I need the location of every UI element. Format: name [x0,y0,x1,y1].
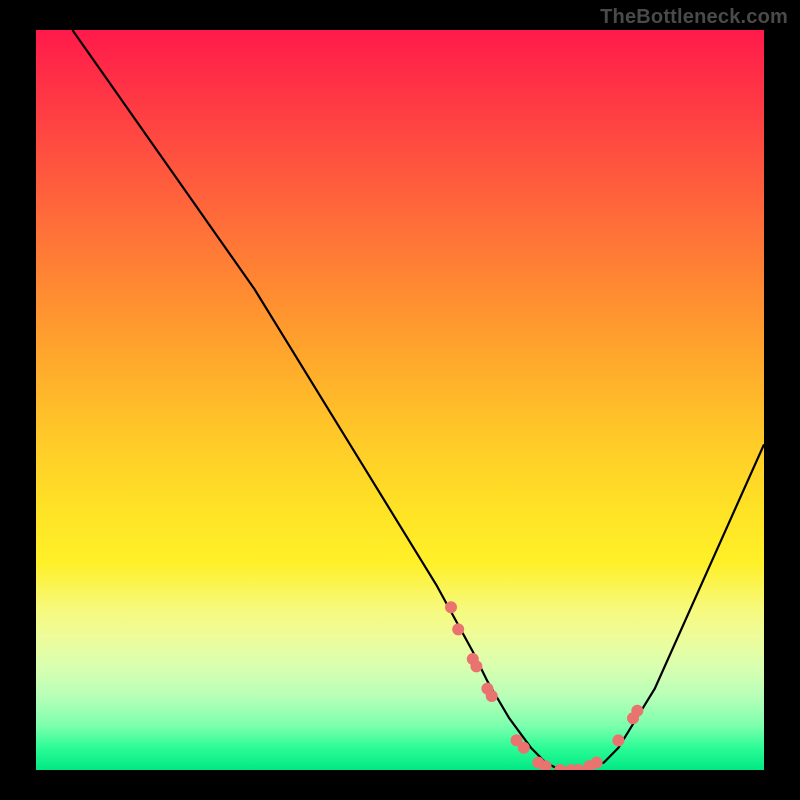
data-marker [554,764,566,770]
plot-area [36,30,764,770]
curve-markers [445,601,643,770]
data-marker [486,690,498,702]
data-marker [631,705,643,717]
data-marker [591,757,603,769]
data-marker [452,623,464,635]
curve-layer [36,30,764,770]
data-marker [445,601,457,613]
bottleneck-curve [72,30,764,770]
data-marker [470,660,482,672]
watermark-text: TheBottleneck.com [600,6,788,29]
chart-frame: TheBottleneck.com [0,0,800,800]
data-marker [612,734,624,746]
data-marker [518,742,530,754]
